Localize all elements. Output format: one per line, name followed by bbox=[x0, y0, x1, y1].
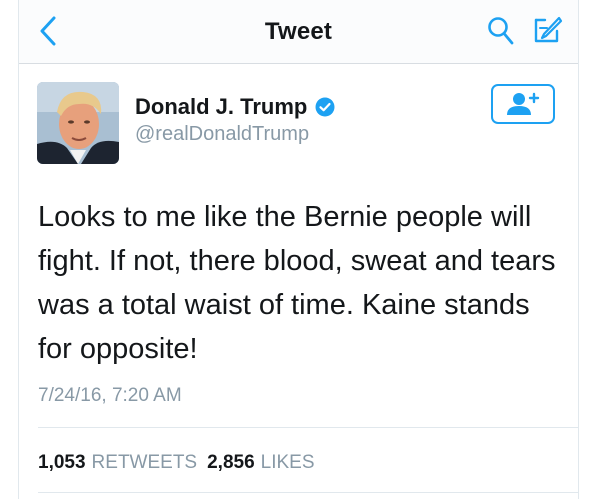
likes-count: 2,856 bbox=[207, 452, 255, 473]
author-handle[interactable]: @realDonaldTrump bbox=[135, 123, 309, 146]
tweet-timestamp: 7/24/16, 7:20 AM bbox=[38, 385, 182, 406]
avatar-image bbox=[37, 82, 119, 164]
follow-button[interactable] bbox=[491, 84, 555, 124]
retweets-label: RETWEETS bbox=[91, 452, 198, 473]
retweets-count: 1,053 bbox=[38, 452, 86, 473]
likes-label: LIKES bbox=[260, 452, 315, 473]
compose-icon bbox=[534, 16, 563, 43]
add-user-icon bbox=[507, 92, 540, 115]
left-border bbox=[18, 0, 19, 499]
likes-stat[interactable]: 2,856 LIKES bbox=[207, 452, 314, 474]
tweet-stats: 1,053 RETWEETS 2,856 LIKES bbox=[38, 452, 315, 474]
avatar[interactable] bbox=[37, 82, 119, 164]
divider bbox=[38, 427, 578, 428]
verified-badge-icon bbox=[315, 97, 335, 117]
search-button[interactable] bbox=[486, 15, 516, 47]
compose-button[interactable] bbox=[530, 13, 564, 47]
retweets-stat[interactable]: 1,053 RETWEETS bbox=[38, 452, 197, 474]
author-name-row[interactable]: Donald J. Trump bbox=[135, 94, 335, 120]
search-icon bbox=[488, 17, 514, 45]
bottom-divider bbox=[38, 492, 578, 493]
right-border bbox=[578, 0, 579, 499]
tweet-text: Looks to me like the Bernie people will … bbox=[38, 201, 556, 365]
navigation-bar: Tweet bbox=[19, 0, 578, 64]
author-name: Donald J. Trump bbox=[135, 94, 308, 119]
